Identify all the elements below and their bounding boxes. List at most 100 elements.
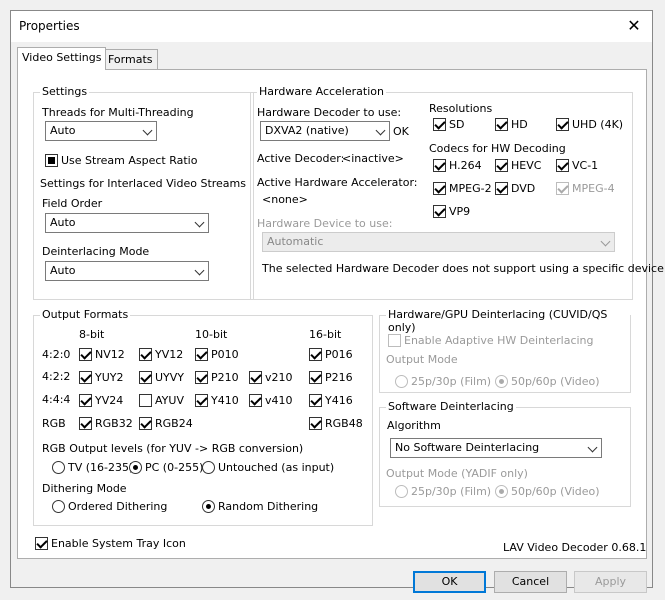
codec-mpeg2-checkbox[interactable]: [433, 182, 446, 195]
row-rgb-label: RGB: [42, 417, 66, 430]
deint-mode-label: Deinterlacing Mode: [42, 245, 150, 258]
tab-panel: Settings Threads for Multi-Threading Aut…: [17, 69, 665, 559]
level-tv-label: TV (16-235): [68, 461, 134, 474]
field-order-dropdown[interactable]: Auto: [45, 213, 209, 233]
hw-decoder-status: OK: [393, 125, 409, 138]
yuy2-label: YUY2: [95, 371, 124, 384]
tab-formats[interactable]: Formats: [103, 49, 158, 70]
codec-dvd-checkbox[interactable]: [495, 182, 508, 195]
stream-aspect-checkbox[interactable]: [45, 154, 58, 167]
uyvy-checkbox[interactable]: [139, 371, 152, 384]
rgb48-checkbox[interactable]: [309, 417, 322, 430]
system-tray-checkbox[interactable]: [35, 537, 48, 550]
yv12-checkbox[interactable]: [139, 348, 152, 361]
hw-video-radio[interactable]: [495, 375, 508, 388]
hw-device-label: Hardware Device to use:: [257, 217, 393, 230]
deint-mode-value: Auto: [50, 264, 76, 277]
dither-random-radio[interactable]: [202, 500, 215, 513]
sw-film-label: 25p/30p (Film): [411, 485, 492, 498]
codecs-label: Codecs for HW Decoding: [429, 142, 566, 155]
p210-label: P210: [211, 371, 239, 384]
ok-button[interactable]: OK: [413, 571, 486, 593]
algorithm-label: Algorithm: [387, 419, 441, 432]
codec-vc1-label: VC-1: [572, 159, 599, 172]
hw-deint-group-label: Hardware/GPU Deinterlacing (CUVID/QS onl…: [386, 308, 630, 334]
sw-video-radio[interactable]: [495, 485, 508, 498]
hw-device-dropdown[interactable]: Automatic: [262, 232, 615, 252]
res-sd-checkbox[interactable]: [433, 118, 446, 131]
nv12-label: NV12: [95, 348, 125, 361]
res-uhd-label: UHD (4K): [572, 118, 624, 131]
y410-checkbox[interactable]: [195, 394, 208, 407]
window-title: Properties: [19, 19, 80, 33]
codec-vc1-checkbox[interactable]: [556, 159, 569, 172]
sw-output-mode-label: Output Mode (YADIF only): [386, 467, 528, 480]
rgb24-checkbox[interactable]: [139, 417, 152, 430]
threads-label: Threads for Multi-Threading: [42, 106, 194, 119]
header-10bit: 10-bit: [195, 328, 228, 341]
active-decoder-value: <inactive>: [342, 152, 404, 165]
p010-checkbox[interactable]: [195, 348, 208, 361]
settings-group-label: Settings: [40, 85, 90, 98]
sw-film-radio[interactable]: [395, 485, 408, 498]
adaptive-hw-deint-checkbox[interactable]: [388, 334, 401, 347]
hw-film-radio[interactable]: [395, 375, 408, 388]
hw-decoder-label: Hardware Decoder to use:: [257, 106, 402, 119]
p016-checkbox[interactable]: [309, 348, 322, 361]
algorithm-dropdown[interactable]: No Software Deinterlacing: [390, 438, 602, 458]
v210-checkbox[interactable]: [249, 371, 262, 384]
nv12-checkbox[interactable]: [79, 348, 92, 361]
rgb32-checkbox[interactable]: [79, 417, 92, 430]
close-icon[interactable]: ✕: [624, 16, 644, 36]
row-444-label: 4:4:4: [42, 393, 71, 406]
hwaccel-group-label: Hardware Acceleration: [257, 85, 386, 98]
tab-video-settings[interactable]: Video Settings: [17, 47, 107, 70]
hw-decoder-dropdown[interactable]: DXVA2 (native): [260, 121, 390, 141]
v410-label: v410: [265, 394, 293, 407]
rgb-levels-label: RGB Output levels (for YUV -> RGB conver…: [42, 442, 304, 455]
rgb48-label: RGB48: [325, 417, 363, 430]
level-untouched-radio[interactable]: [202, 461, 215, 474]
codec-dvd-label: DVD: [511, 182, 536, 195]
threads-dropdown[interactable]: Auto: [45, 121, 157, 141]
codec-hevc-label: HEVC: [511, 159, 542, 172]
v410-checkbox[interactable]: [249, 394, 262, 407]
res-hd-checkbox[interactable]: [495, 118, 508, 131]
yuy2-checkbox[interactable]: [79, 371, 92, 384]
apply-button[interactable]: Apply: [574, 571, 647, 593]
dither-random-label: Random Dithering: [218, 500, 319, 513]
title-bar: Properties ✕: [11, 11, 652, 42]
rgb24-label: RGB24: [155, 417, 193, 430]
codec-hevc-checkbox[interactable]: [495, 159, 508, 172]
level-pc-radio[interactable]: [129, 461, 142, 474]
codec-mpeg4-checkbox[interactable]: [556, 182, 569, 195]
hw-decoder-value: DXVA2 (native): [265, 124, 349, 137]
dither-ordered-label: Ordered Dithering: [68, 500, 168, 513]
p210-checkbox[interactable]: [195, 371, 208, 384]
ayuv-checkbox[interactable]: [139, 394, 152, 407]
res-uhd-checkbox[interactable]: [556, 118, 569, 131]
hw-film-label: 25p/30p (Film): [411, 375, 492, 388]
sw-video-label: 50p/60p (Video): [511, 485, 600, 498]
v210-label: v210: [265, 371, 293, 384]
codec-h264-checkbox[interactable]: [433, 159, 446, 172]
yv24-checkbox[interactable]: [79, 394, 92, 407]
chevron-down-icon: [587, 442, 598, 453]
yv24-label: YV24: [95, 394, 124, 407]
codec-vp9-checkbox[interactable]: [433, 205, 446, 218]
dither-ordered-radio[interactable]: [52, 500, 65, 513]
p016-label: P016: [325, 348, 353, 361]
cancel-button[interactable]: Cancel: [494, 571, 567, 593]
res-sd-label: SD: [449, 118, 465, 131]
p216-checkbox[interactable]: [309, 371, 322, 384]
deint-mode-dropdown[interactable]: Auto: [45, 261, 209, 281]
level-untouched-label: Untouched (as input): [218, 461, 335, 474]
chevron-down-icon: [194, 265, 205, 276]
y416-checkbox[interactable]: [309, 394, 322, 407]
system-tray-label: Enable System Tray Icon: [51, 537, 186, 550]
level-tv-radio[interactable]: [52, 461, 65, 474]
p216-label: P216: [325, 371, 353, 384]
chevron-down-icon: [194, 217, 205, 228]
hw-video-label: 50p/60p (Video): [511, 375, 600, 388]
uyvy-label: UYVY: [155, 371, 185, 384]
